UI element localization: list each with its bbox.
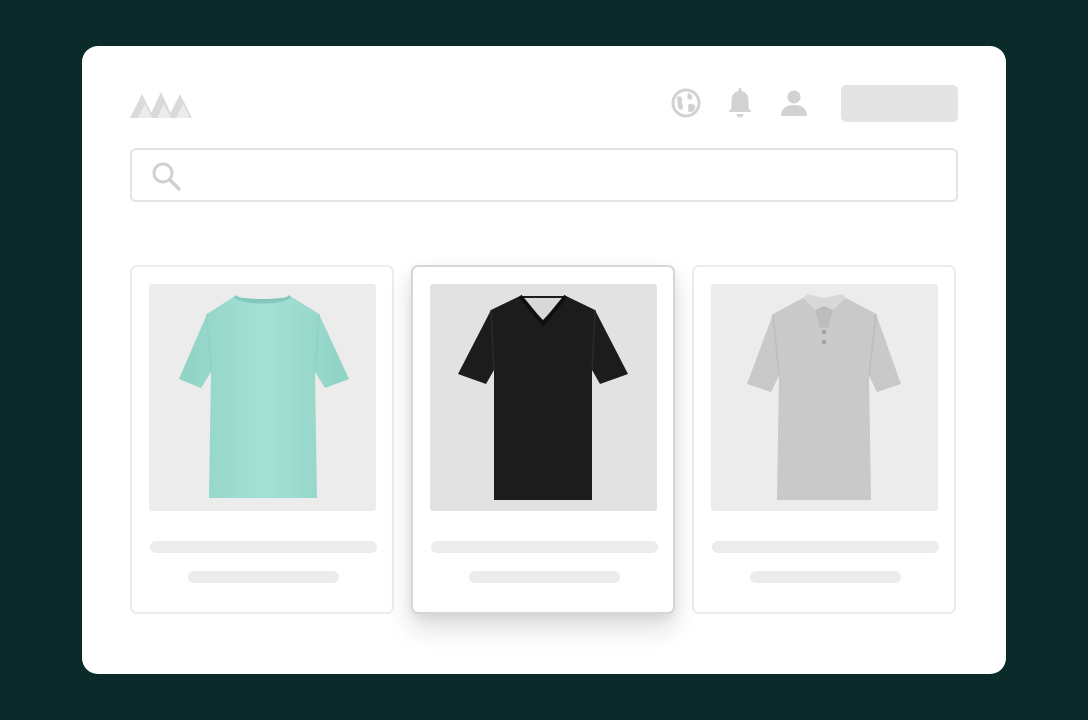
product-title-placeholder (431, 541, 658, 553)
header-action-button[interactable] (841, 85, 958, 122)
product-card[interactable] (130, 265, 394, 614)
product-image-polo-grey (711, 284, 938, 511)
bell-icon[interactable] (723, 86, 757, 120)
product-card-selected[interactable] (411, 265, 675, 614)
search-icon (152, 162, 181, 191)
product-price-placeholder (750, 571, 901, 583)
app-window (82, 46, 1006, 674)
product-title-placeholder (712, 541, 939, 553)
product-image-tshirt-mint (149, 284, 376, 511)
product-title-placeholder (150, 541, 377, 553)
product-price-placeholder (469, 571, 620, 583)
product-price-placeholder (188, 571, 339, 583)
logo-icon[interactable] (130, 90, 192, 118)
product-image-tshirt-black (430, 284, 657, 511)
product-card[interactable] (692, 265, 956, 614)
user-icon[interactable] (777, 86, 811, 120)
search-input[interactable] (194, 150, 938, 202)
search-bar[interactable] (130, 148, 958, 202)
globe-icon[interactable] (669, 86, 703, 120)
